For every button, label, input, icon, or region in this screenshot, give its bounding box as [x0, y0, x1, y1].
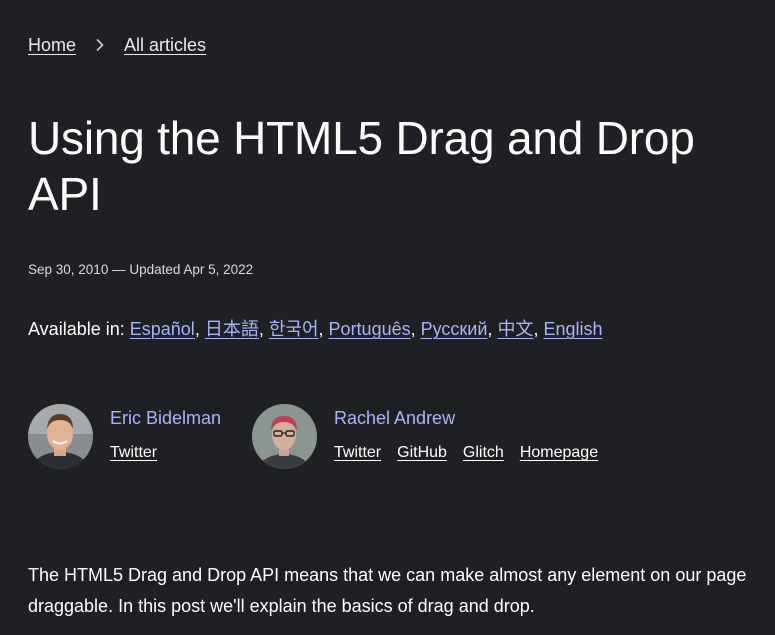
language-link-korean[interactable]: 한국어 [269, 319, 319, 339]
language-list: Available in: Español, 日本語, 한국어, Portugu… [28, 319, 603, 339]
author-homepage-link[interactable]: Homepage [520, 443, 598, 463]
author-twitter-link[interactable]: Twitter [334, 443, 381, 463]
language-link-english[interactable]: English [543, 319, 602, 339]
available-in-label: Available in: [28, 319, 125, 339]
article-dates: Sep 30, 2010 — Updated Apr 5, 2022 [28, 262, 254, 277]
chevron-right-icon [76, 38, 124, 52]
language-link-spanish[interactable]: Español [130, 319, 195, 339]
avatar[interactable] [252, 404, 317, 469]
author-links: Twitter GitHub Glitch Homepage [334, 443, 614, 463]
breadcrumb-all-articles-link[interactable]: All articles [124, 34, 206, 56]
article-intro: The HTML5 Drag and Drop API means that w… [28, 565, 747, 616]
avatar[interactable] [28, 404, 93, 469]
author-twitter-link[interactable]: Twitter [110, 443, 157, 463]
author-info: Rachel Andrew Twitter GitHub Glitch Home… [334, 404, 614, 463]
author-glitch-link[interactable]: Glitch [463, 443, 504, 463]
page-title: Using the HTML5 Drag and Drop API [28, 112, 695, 220]
language-link-japanese[interactable]: 日本語 [205, 319, 259, 339]
author-info: Eric Bidelman Twitter [110, 404, 221, 463]
author-card-eric: Eric Bidelman Twitter [28, 404, 221, 469]
article-page: Home All articles Using the HTML5 Drag a… [0, 0, 775, 635]
language-link-russian[interactable]: Русский [421, 319, 488, 339]
author-name-link[interactable]: Rachel Andrew [334, 407, 614, 429]
language-link-portuguese[interactable]: Português [329, 319, 411, 339]
author-name-link[interactable]: Eric Bidelman [110, 407, 221, 429]
author-card-rachel: Rachel Andrew Twitter GitHub Glitch Home… [252, 404, 614, 469]
breadcrumb-home-link[interactable]: Home [28, 34, 76, 56]
breadcrumb: Home All articles [28, 34, 206, 56]
author-links: Twitter [110, 443, 221, 463]
language-link-chinese[interactable]: 中文 [497, 319, 533, 339]
author-github-link[interactable]: GitHub [397, 443, 447, 463]
